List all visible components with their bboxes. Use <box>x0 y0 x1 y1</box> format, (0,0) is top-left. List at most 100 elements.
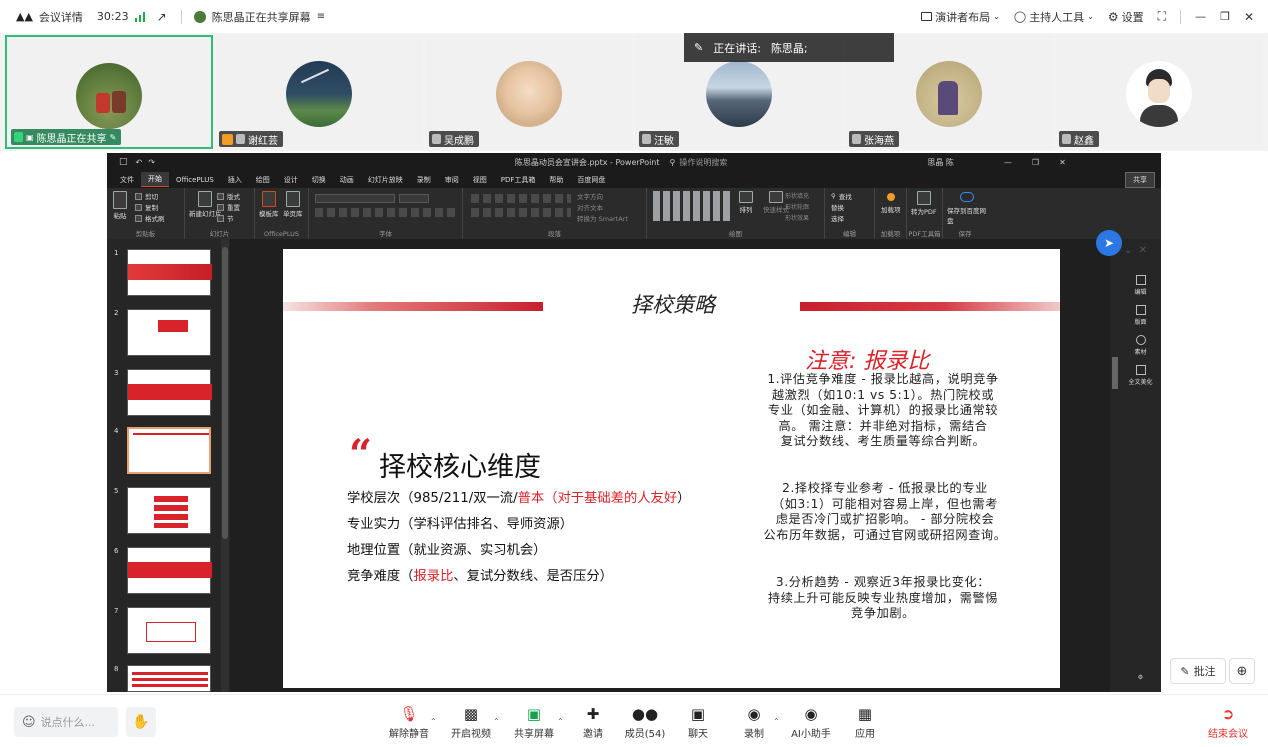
ppt-tab[interactable]: 百度网盘 <box>570 173 612 187</box>
thumbnail-scrollbar[interactable] <box>221 239 229 692</box>
layout-button[interactable]: 演讲者布局 ⌄ <box>921 9 1000 25</box>
single-page-library-button[interactable]: 单页库 <box>283 191 303 218</box>
ppt-tab[interactable]: 切换 <box>305 173 333 187</box>
share-assistant-icon[interactable]: ➤ <box>1096 230 1122 256</box>
close-icon[interactable]: ✕ <box>1244 10 1254 24</box>
slide-thumbnail[interactable] <box>127 309 211 356</box>
ppt-tab[interactable]: 绘图 <box>249 173 277 187</box>
section-menu[interactable]: 节 <box>217 213 234 223</box>
align-text-button[interactable]: 对齐文本 <box>577 202 603 212</box>
smartart-button[interactable]: 转换为 SmartArt <box>577 213 628 223</box>
slide-thumbnail-selected[interactable] <box>127 427 211 474</box>
shape-fill-button[interactable]: 形状填充 <box>785 191 809 200</box>
members-button[interactable]: ●● 成员(54) <box>620 705 670 740</box>
side-layout-button[interactable]: 版面 <box>1120 305 1161 326</box>
fullscreen-icon[interactable]: ⛶ <box>1158 9 1166 24</box>
apps-button[interactable]: ▦ 应用 <box>840 705 890 740</box>
slide-thumbnail[interactable] <box>127 487 211 534</box>
ppt-tab[interactable]: 审阅 <box>438 173 466 187</box>
copy-button[interactable]: 复制 <box>135 202 158 212</box>
host-tools-button[interactable]: ◯ 主持人工具 ⌄ <box>1014 9 1094 25</box>
redo-icon[interactable]: ↷ <box>148 158 155 167</box>
unmute-button[interactable]: 🎙 解除静音 <box>384 705 434 740</box>
save-baidu-button[interactable]: 保存到百度网盘 <box>947 191 987 225</box>
participant-tile[interactable]: 谢红芸 <box>215 35 423 149</box>
share-options-caret[interactable]: ⌃ <box>557 717 564 726</box>
ppt-restore-icon[interactable]: ❐ <box>1032 158 1039 167</box>
zoom-in-button[interactable]: ⊕ <box>1229 658 1255 684</box>
select-button[interactable]: 选择 <box>831 213 844 223</box>
share-toolbar-controls[interactable]: ⌄ ✕ <box>1124 245 1147 256</box>
ppt-tab[interactable]: 插入 <box>221 173 249 187</box>
end-meeting-button[interactable]: ➲ 结束会议 <box>1203 705 1253 740</box>
slide-thumbnail[interactable] <box>127 249 212 296</box>
ppt-tab[interactable]: 帮助 <box>542 173 570 187</box>
arrange-button[interactable]: 排列 <box>739 191 753 214</box>
ppt-tab[interactable]: PDF工具箱 <box>494 173 543 187</box>
shape-effects-button[interactable]: 形状效果 <box>785 213 809 222</box>
slide[interactable]: 择校策略 “ 择校核心维度 学校层次（985/211/双一流/普本（对于基础差的… <box>283 249 1060 688</box>
slide-thumbnail[interactable] <box>127 369 212 416</box>
video-options-caret[interactable]: ⌃ <box>493 717 500 726</box>
record-button[interactable]: ◉ 录制 <box>729 705 779 740</box>
slide-thumbnail[interactable] <box>127 547 212 594</box>
save-icon[interactable]: □ <box>119 157 128 167</box>
ppt-tab[interactable]: 文件 <box>113 173 141 187</box>
participant-tile[interactable]: ▣ 陈思晶正在共享 ✎ <box>5 35 213 149</box>
participant-tile[interactable]: 赵鑫 <box>1055 35 1263 149</box>
participant-tile[interactable]: 吴成鹏 <box>425 35 633 149</box>
record-options-caret[interactable]: ⌃ <box>773 717 780 726</box>
side-assets-button[interactable]: 素材 <box>1120 335 1161 356</box>
ppt-user[interactable]: 思晶 陈 <box>927 157 954 168</box>
ppt-tab[interactable]: 设计 <box>277 173 305 187</box>
ppt-tab[interactable]: 视图 <box>466 173 494 187</box>
ai-assistant-button[interactable]: ◉ AI小助手 <box>786 705 836 740</box>
template-library-button[interactable]: 模板库 <box>259 191 279 218</box>
start-video-button[interactable]: ▩ 开启视频 <box>446 705 496 740</box>
ppt-share-button[interactable]: 共享 <box>1125 171 1155 188</box>
invite-button[interactable]: ✚ 邀请 <box>568 705 618 740</box>
slide-thumbnail[interactable] <box>127 665 211 692</box>
slide-thumbnail[interactable] <box>127 607 211 654</box>
addin-button[interactable]: 加载项 <box>881 191 901 214</box>
share-screen-button[interactable]: ▣ 共享屏幕 <box>509 705 559 740</box>
side-edit-button[interactable]: 编辑 <box>1120 275 1161 296</box>
replace-button[interactable]: 替换 <box>831 202 844 212</box>
format-painter-button[interactable]: 格式刷 <box>135 213 165 223</box>
shape-outline-button[interactable]: 形状轮廓 <box>785 202 809 211</box>
meeting-details-link[interactable]: 会议详情 <box>39 9 83 25</box>
slide-scrollbar[interactable] <box>1110 239 1120 692</box>
find-button[interactable]: ⚲ 查找 <box>831 191 852 201</box>
sharing-menu-icon[interactable]: ≡ <box>317 11 325 22</box>
reset-button[interactable]: 重置 <box>217 202 240 212</box>
ppt-tab[interactable]: OfficePLUS <box>169 174 221 186</box>
annotate-button[interactable]: ✎ 批注 <box>1170 658 1226 684</box>
popout-icon[interactable]: ↗ <box>157 10 167 24</box>
side-beautify-button[interactable]: 全文美化 <box>1120 365 1161 386</box>
ppt-tab[interactable]: 幻灯片放映 <box>361 173 410 187</box>
ppt-close-icon[interactable]: ✕ <box>1059 158 1066 167</box>
ppt-tab[interactable]: 开始 <box>141 172 169 187</box>
restore-icon[interactable]: ❐ <box>1220 10 1230 23</box>
chat-button[interactable]: ▣ 聊天 <box>673 705 723 740</box>
to-pdf-button[interactable]: 转为PDF <box>911 191 937 216</box>
cut-button[interactable]: 剪切 <box>135 191 158 201</box>
ppt-tab[interactable]: 动画 <box>333 173 361 187</box>
ppt-minimize-icon[interactable]: — <box>1004 158 1012 167</box>
undo-icon[interactable]: ↶ <box>136 158 143 167</box>
settings-button[interactable]: ⚙ 设置 <box>1108 9 1144 25</box>
text-direction-button[interactable]: 文字方向 <box>577 191 603 201</box>
sharing-status: 陈思晶正在共享屏幕 <box>211 10 311 24</box>
raise-hand-button[interactable]: ✋ <box>126 707 156 737</box>
shapes-gallery[interactable] <box>653 191 731 221</box>
chat-quick-input[interactable]: ☺ 说点什么... <box>14 707 118 737</box>
ppt-tab[interactable]: 录制 <box>410 173 438 187</box>
layout-menu[interactable]: 版式 <box>217 191 240 201</box>
paste-button[interactable]: 粘贴 <box>113 191 127 220</box>
signal-icon[interactable] <box>134 11 145 22</box>
side-settings-icon[interactable]: ⚙ <box>1120 674 1161 681</box>
ppt-search-hint[interactable]: 操作说明搜索 <box>679 157 727 168</box>
minimize-icon[interactable]: — <box>1195 10 1206 23</box>
audio-options-caret[interactable]: ⌃ <box>430 717 437 726</box>
search-icon[interactable]: ⚲ <box>670 158 676 167</box>
